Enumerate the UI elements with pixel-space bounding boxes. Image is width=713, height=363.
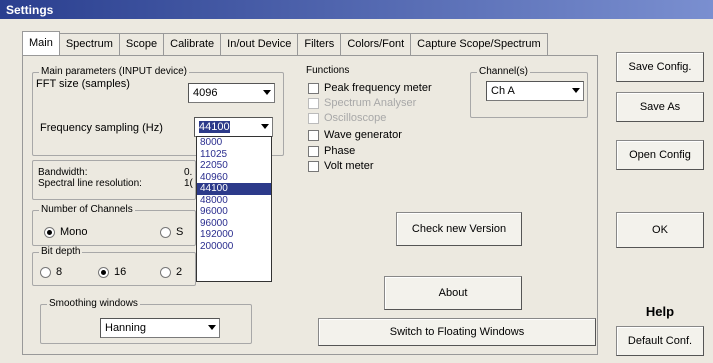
bandwidth-value: 0. (184, 167, 193, 178)
frequency-option[interactable]: 192000 (197, 229, 271, 241)
radio-checked-icon (44, 226, 55, 238)
tab-spectrum[interactable]: Spectrum (58, 33, 120, 55)
chevron-down-icon (263, 90, 271, 95)
default-conf-button[interactable]: Default Conf. (616, 326, 704, 356)
channel-select[interactable]: Ch A (486, 81, 584, 101)
bit-depth-24-label: 2 (176, 266, 183, 278)
tab-scope[interactable]: Scope (118, 33, 165, 55)
frequency-option[interactable]: 11025 (197, 149, 271, 161)
frequency-option[interactable]: 200000 (197, 241, 271, 253)
frequency-option[interactable]: 8000 (197, 137, 271, 149)
frequency-option[interactable]: 22050 (197, 160, 271, 172)
fft-size-value: 4096 (193, 87, 218, 99)
spectral-resolution-label: Spectral line resolution: (38, 178, 142, 189)
bit-depth-8-label: 8 (56, 266, 63, 278)
tab-bar: Main Spectrum Scope Calibrate In/out Dev… (22, 31, 548, 55)
save-config-button[interactable]: Save Config. (616, 52, 704, 82)
mono-label: Mono (60, 226, 88, 238)
function-label: Wave generator (324, 129, 402, 141)
tab-calibrate[interactable]: Calibrate (163, 33, 222, 55)
function-label: Phase (324, 145, 356, 157)
function-checkbox[interactable]: Spectrum Analyser (308, 97, 416, 109)
stereo-label: S (176, 226, 184, 238)
window-title: Settings (0, 0, 713, 19)
chevron-down-icon (261, 124, 269, 129)
frequency-option[interactable]: 44100 (197, 183, 271, 195)
open-config-button[interactable]: Open Config (616, 140, 704, 170)
channel-value: Ch A (491, 85, 515, 97)
function-label: Peak frequency meter (324, 82, 432, 94)
function-checkbox[interactable]: Peak frequency meter (308, 82, 432, 94)
function-checkbox[interactable]: Oscilloscope (308, 112, 386, 124)
functions-title: Functions (306, 65, 350, 76)
bit-depth-8-radio[interactable]: 8 (40, 266, 62, 278)
bit-depth-16-label: 16 (114, 266, 127, 278)
frequency-option[interactable]: 96000 (197, 206, 271, 218)
tab-filters[interactable]: Filters (297, 33, 342, 55)
tab-capture[interactable]: Capture Scope/Spectrum (410, 33, 548, 55)
function-checkbox[interactable]: Wave generator (308, 129, 402, 141)
check-version-button[interactable]: Check new Version (396, 212, 522, 246)
tab-main[interactable]: Main (22, 31, 60, 55)
save-as-button[interactable]: Save As (616, 92, 704, 122)
spectral-resolution-value: 1( (184, 178, 193, 189)
checkbox-icon (308, 145, 319, 157)
checkbox-icon (308, 97, 319, 109)
frequency-option[interactable]: 48000 (197, 195, 271, 207)
bit-depth-title: Bit depth (39, 246, 83, 257)
checkbox-icon (308, 112, 319, 124)
checkbox-icon (308, 82, 319, 94)
fft-size-label: FFT size (samples) (36, 78, 130, 90)
frequency-sampling-value: 44100 (199, 121, 230, 133)
main-parameters-title: Main parameters (INPUT device) (39, 66, 189, 77)
radio-unchecked-icon (40, 266, 51, 278)
function-checkbox[interactable]: Volt meter (308, 160, 374, 172)
smoothing-value: Hanning (105, 322, 146, 334)
fft-size-select[interactable]: 4096 (188, 83, 275, 103)
function-label: Spectrum Analyser (324, 97, 417, 109)
smoothing-title: Smoothing windows (47, 298, 140, 309)
function-checkbox[interactable]: Phase (308, 145, 355, 157)
frequency-sampling-select[interactable]: 44100 (194, 117, 273, 137)
mono-radio[interactable]: Mono (44, 226, 88, 238)
radio-checked-icon (98, 266, 109, 278)
frequency-option[interactable]: 96000 (197, 218, 271, 230)
ok-button[interactable]: OK (616, 212, 704, 248)
about-button[interactable]: About (384, 276, 522, 310)
help-button[interactable]: Help (616, 300, 704, 322)
tab-colors-font[interactable]: Colors/Font (340, 33, 412, 55)
tab-in-out-device[interactable]: In/out Device (220, 33, 299, 55)
frequency-sampling-dropdown: 8000 11025 22050 40960 44100 48000 96000 96000 1… (196, 136, 272, 282)
radio-unchecked-icon (160, 226, 171, 238)
bit-depth-24-radio[interactable]: 2 (160, 266, 182, 278)
bit-depth-16-radio[interactable]: 16 (98, 266, 126, 278)
smoothing-select[interactable]: Hanning (100, 318, 220, 338)
chevron-down-icon (572, 88, 580, 93)
channel-title: Channel(s) (477, 66, 530, 77)
checkbox-icon (308, 129, 319, 141)
floating-windows-button[interactable]: Switch to Floating Windows (318, 318, 596, 346)
bandwidth-label: Bandwidth: (38, 167, 88, 178)
frequency-option[interactable]: 40960 (197, 172, 271, 184)
radio-unchecked-icon (160, 266, 171, 278)
function-label: Volt meter (324, 160, 374, 172)
channels-group-title: Number of Channels (39, 204, 135, 215)
stereo-radio[interactable]: S (160, 226, 183, 238)
frequency-sampling-label: Frequency sampling (Hz) (40, 122, 163, 134)
function-label: Oscilloscope (324, 112, 387, 124)
chevron-down-icon (208, 325, 216, 330)
checkbox-icon (308, 160, 319, 172)
